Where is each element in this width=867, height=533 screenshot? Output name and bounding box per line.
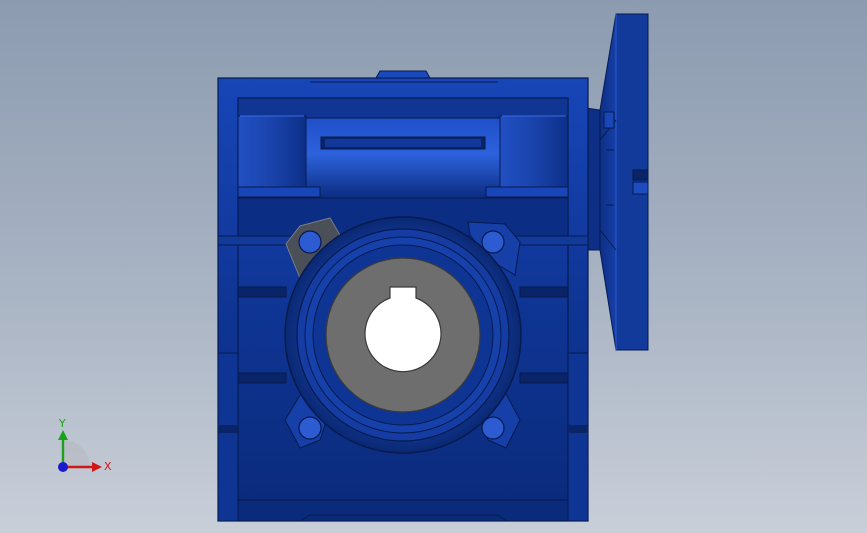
cad-viewport[interactable]: Y X: [0, 0, 867, 533]
output-bore: [325, 257, 481, 413]
z-axis-dot: [58, 462, 68, 472]
worm-shaft-housing: [237, 97, 569, 237]
motor-flange: [585, 13, 649, 351]
gearbox-model[interactable]: Y X: [0, 0, 867, 533]
x-axis-label: X: [104, 460, 112, 473]
y-axis-label: Y: [58, 417, 66, 430]
coordinate-triad: Y X: [58, 417, 112, 473]
